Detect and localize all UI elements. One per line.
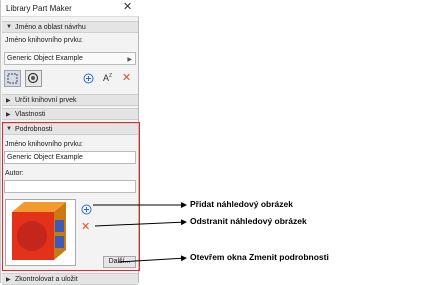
callout-arrows [93,202,187,263]
arrow-remove [94,219,187,227]
callout-add-preview: Přidat náhledový obrázek [190,199,293,209]
callout-remove-preview: Odstranit náhledový obrázek [190,216,307,226]
arrow-open [117,255,187,263]
callout-open-details: Otevřem okna Zmenit podrobnosti [190,252,329,262]
